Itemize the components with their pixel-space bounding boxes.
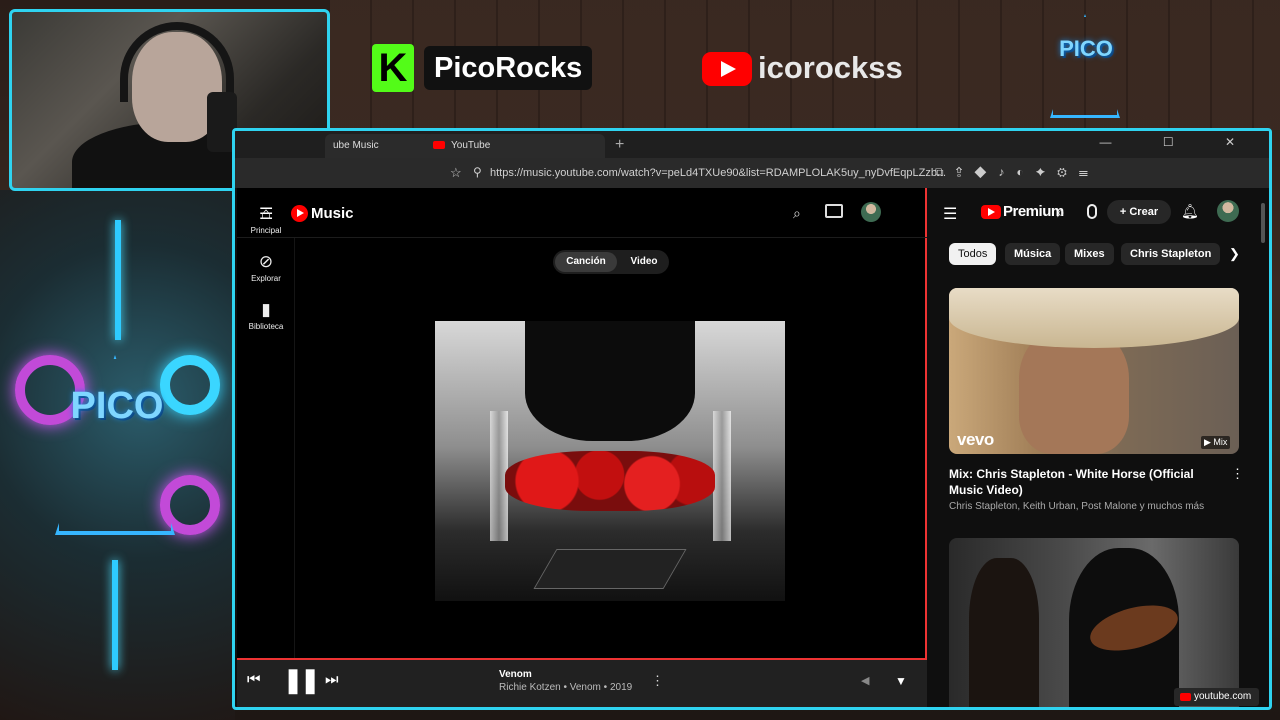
mix-badge: ▶ Mix <box>1201 436 1231 449</box>
library-icon: ▮ <box>261 300 271 319</box>
cast-icon[interactable] <box>825 204 843 218</box>
window-controls[interactable]: — ☐ ✕ <box>1100 135 1259 149</box>
search-icon[interactable]: ⌕ <box>1057 204 1065 221</box>
url-field[interactable]: https://music.youtube.com/watch?v=peLd4T… <box>490 167 946 179</box>
youtube-logo-icon[interactable] <box>981 205 1001 219</box>
avatar[interactable] <box>1217 200 1239 222</box>
album-artwork <box>435 321 785 601</box>
next-track-button[interactable]: ⏭ <box>325 671 339 688</box>
thumbnail-person <box>969 558 1039 707</box>
hamburger-menu-icon[interactable]: ☰ <box>943 204 957 224</box>
pico-rocks-logo-text: PICO <box>1059 36 1113 61</box>
neon-strip <box>115 220 121 340</box>
youtube-brand[interactable]: Premium <box>1003 203 1064 220</box>
sidebar-item-explore[interactable]: ⊘ Explorar <box>237 252 295 283</box>
toggle-song-button[interactable]: Canción <box>555 252 617 272</box>
thumbnail-hat <box>949 288 1239 348</box>
more-options-icon[interactable]: ⋮ <box>1231 466 1244 482</box>
youtube-pane: ☰ Premium ⌕ + Crear 🔔︎ Todos Música Mixe… <box>931 188 1269 707</box>
youtube-favicon-icon <box>433 141 445 149</box>
bookmark-icon[interactable]: ☆ <box>450 165 462 181</box>
mic-icon[interactable] <box>1087 204 1097 219</box>
home-icon: ⌂ <box>260 204 272 223</box>
artwork-glass <box>713 411 731 541</box>
create-button[interactable]: + Crear <box>1107 200 1171 224</box>
video-subtitle: Chris Stapleton, Keith Urban, Post Malon… <box>949 501 1205 512</box>
kick-logo-icon: K <box>372 44 414 92</box>
scrollbar[interactable] <box>1261 203 1265 243</box>
track-title[interactable]: Venom <box>499 669 532 680</box>
tab-label: YouTube <box>451 140 491 151</box>
video-thumbnail[interactable]: vevo ▶ Mix <box>949 288 1239 454</box>
ytm-app-name[interactable]: Music <box>311 205 354 222</box>
kick-channel-name: PicoRocks <box>424 46 593 90</box>
video-title[interactable]: Mix: Chris Stapleton - White Horse (Offi… <box>949 466 1219 498</box>
collapse-player-icon[interactable]: ▼ <box>895 674 907 688</box>
pause-button[interactable]: ❚❚ <box>283 666 320 695</box>
youtube-channel-name: icorockss <box>758 50 903 85</box>
youtube-logo-icon <box>702 52 752 86</box>
more-options-icon[interactable]: ⋮ <box>651 673 664 689</box>
notifications-bell-icon[interactable]: 🔔︎ <box>1181 203 1199 220</box>
browser-window: ube Music× YouTube + — ☐ ✕ ☆ ⚲ https://m… <box>232 128 1272 710</box>
sidebar-item-home[interactable]: ⌂ Principal <box>237 204 295 235</box>
artwork-roses <box>505 451 715 511</box>
search-icon[interactable]: ⌕ <box>793 205 801 222</box>
avatar[interactable] <box>861 202 881 222</box>
chip-music[interactable]: Música <box>1005 243 1061 265</box>
chevron-right-icon[interactable]: ❯ <box>1229 246 1240 262</box>
extension-icons[interactable]: ⧉⇪◆♪◐✦⚙☰ <box>935 165 1100 180</box>
tab-youtube[interactable]: YouTube <box>425 134 605 158</box>
pico-rocks-logo-text: PICO <box>70 385 164 427</box>
new-tab-button[interactable]: + <box>615 134 624 156</box>
vevo-logo: vevo <box>957 430 994 449</box>
sidebar-item-label: Biblioteca <box>248 322 284 331</box>
toggle-video-button[interactable]: Video <box>621 252 667 272</box>
volume-icon[interactable]: ◀ <box>861 674 869 687</box>
chip-all[interactable]: Todos <box>949 243 997 265</box>
compass-icon: ⊘ <box>258 252 274 271</box>
sidebar-item-label: Principal <box>250 226 282 235</box>
create-label: Crear <box>1129 206 1159 218</box>
neon-strip <box>112 560 118 670</box>
video-thumbnail[interactable] <box>949 538 1239 707</box>
track-subtitle[interactable]: Richie Kotzen • Venom • 2019 <box>499 682 632 693</box>
chip-chris-stapleton[interactable]: Chris Stapleton <box>1121 243 1221 265</box>
sidebar-item-label: Explorar <box>251 274 281 283</box>
headphones <box>120 22 234 102</box>
source-label[interactable]: youtube.com <box>1174 688 1260 706</box>
site-info-icon[interactable]: ⚲ <box>473 165 482 179</box>
artwork-figure <box>525 321 695 441</box>
tab-label: ube Music <box>333 140 379 151</box>
previous-track-button[interactable]: ⏮ <box>247 671 261 688</box>
chip-mixes[interactable]: Mixes <box>1065 243 1114 265</box>
artwork-mirror <box>533 549 687 589</box>
youtube-music-pane: ☰ Music ⌕ ⌂ Principal ⊘ Explorar ▮ Bibliote… <box>237 188 927 707</box>
sidebar-item-library[interactable]: ▮ Biblioteca <box>237 300 295 331</box>
